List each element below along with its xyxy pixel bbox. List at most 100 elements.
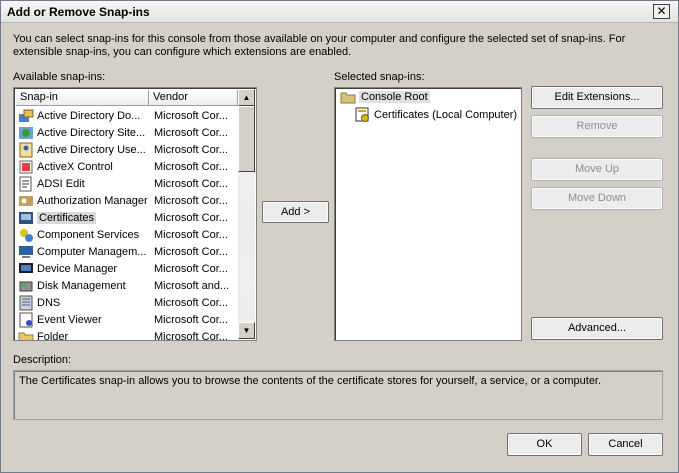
- snapin-row[interactable]: ActiveX Control Microsoft Cor...: [16, 158, 238, 175]
- snapin-name-cell: Device Manager: [16, 261, 149, 277]
- snapin-name-cell: Folder: [16, 329, 149, 341]
- tree-item-certificates[interactable]: Certificates (Local Computer): [355, 107, 517, 123]
- description-box: The Certificates snap-in allows you to b…: [13, 370, 663, 420]
- snapin-row[interactable]: Authorization Manager Microsoft Cor...: [16, 192, 238, 209]
- description-text: The Certificates snap-in allows you to b…: [19, 375, 602, 387]
- disk-management-icon: [18, 278, 34, 294]
- snapin-vendor: Microsoft Cor...: [154, 262, 228, 275]
- snapin-name: Authorization Manager: [37, 194, 148, 207]
- snapin-vendor: Microsoft Cor...: [154, 109, 228, 122]
- snapin-name: Folder: [37, 330, 69, 341]
- list-column-header: Snap-in Vendor: [16, 90, 238, 106]
- arrow-up-icon: ▲: [242, 93, 251, 102]
- snapin-vendor: Microsoft Cor...: [154, 245, 228, 258]
- ad-domains-icon: [18, 108, 34, 124]
- snapin-name: Certificates: [37, 211, 97, 224]
- authorization-icon: [18, 193, 34, 209]
- snapin-vendor: Microsoft Cor...: [154, 313, 228, 326]
- snapin-name-cell: Component Services: [16, 227, 149, 243]
- snapin-row[interactable]: Certificates Microsoft Cor...: [16, 209, 238, 226]
- remove-button[interactable]: Remove: [531, 115, 663, 138]
- snapin-name-cell: Active Directory Do...: [16, 108, 149, 124]
- move-up-button[interactable]: Move Up: [531, 158, 663, 181]
- snapin-name: Active Directory Use...: [37, 143, 146, 156]
- snapin-name: Component Services: [37, 228, 140, 241]
- scroll-up-button[interactable]: ▲: [238, 89, 255, 106]
- snapin-name-cell: Authorization Manager: [16, 193, 149, 209]
- cancel-button[interactable]: Cancel: [588, 433, 663, 456]
- ad-users-icon: [18, 142, 34, 158]
- snapin-vendor: Microsoft Cor...: [154, 143, 228, 156]
- folder-icon: [18, 329, 34, 340]
- move-down-button[interactable]: Move Down: [531, 187, 663, 210]
- snapin-name-cell: Active Directory Site...: [16, 125, 149, 141]
- snapin-vendor: Microsoft Cor...: [154, 177, 228, 190]
- title-bar[interactable]: Add or Remove Snap-ins ✕: [1, 1, 678, 23]
- snapin-vendor: Microsoft Cor...: [154, 160, 228, 173]
- snapin-name-cell: DNS: [16, 295, 149, 311]
- snapin-row[interactable]: ADSI Edit Microsoft Cor...: [16, 175, 238, 192]
- close-button[interactable]: ✕: [653, 4, 670, 19]
- snapin-name: Disk Management: [37, 279, 126, 292]
- snapin-row[interactable]: DNS Microsoft Cor...: [16, 294, 238, 311]
- description-label: Description:: [13, 354, 72, 366]
- snapin-name: DNS: [37, 296, 61, 309]
- ok-button[interactable]: OK: [507, 433, 582, 456]
- edit-extensions-button[interactable]: Edit Extensions...: [531, 86, 663, 109]
- snapin-row[interactable]: Component Services Microsoft Cor...: [16, 226, 238, 243]
- snapin-vendor: Microsoft Cor...: [154, 330, 228, 341]
- certificates-icon: [18, 210, 34, 226]
- scroll-down-button[interactable]: ▼: [238, 322, 255, 339]
- snapin-name: ADSI Edit: [37, 177, 85, 190]
- snapin-name-cell: ActiveX Control: [16, 159, 149, 175]
- ad-sites-icon: [18, 125, 34, 141]
- add-button[interactable]: Add >: [262, 201, 329, 223]
- tree-child-label: Certificates (Local Computer): [374, 109, 518, 121]
- snapin-name-cell: Disk Management: [16, 278, 149, 294]
- snapin-name-cell: Certificates: [16, 210, 149, 226]
- tree-item-console-root[interactable]: Console Root: [340, 90, 430, 104]
- window-title: Add or Remove Snap-ins: [7, 5, 150, 19]
- add-remove-snapins-dialog: Add or Remove Snap-ins ✕ You can select …: [0, 0, 679, 473]
- snapin-vendor: Microsoft Cor...: [154, 228, 228, 241]
- computer-management-icon: [18, 244, 34, 260]
- snapin-name-cell: ADSI Edit: [16, 176, 149, 192]
- available-snapins-list[interactable]: Snap-in Vendor Active Directory Do... Mic…: [13, 87, 257, 341]
- column-vendor[interactable]: Vendor: [149, 90, 238, 106]
- snapin-row[interactable]: Device Manager Microsoft Cor...: [16, 260, 238, 277]
- snapin-name-cell: Event Viewer: [16, 312, 149, 328]
- event-viewer-icon: [18, 312, 34, 328]
- advanced-button[interactable]: Advanced...: [531, 317, 663, 340]
- snapin-name: Computer Managem...: [37, 245, 147, 258]
- available-snapins-label: Available snap-ins:: [13, 71, 106, 83]
- snapin-row[interactable]: Computer Managem... Microsoft Cor...: [16, 243, 238, 260]
- snapin-vendor: Microsoft Cor...: [154, 126, 228, 139]
- folder-icon: [340, 92, 356, 104]
- snapin-row[interactable]: Active Directory Use... Microsoft Cor...: [16, 141, 238, 158]
- close-icon: ✕: [656, 4, 667, 18]
- snapin-row[interactable]: Active Directory Site... Microsoft Cor...: [16, 124, 238, 141]
- snapin-name: Active Directory Site...: [37, 126, 146, 139]
- selected-snapins-label: Selected snap-ins:: [334, 71, 425, 83]
- snapin-name: Active Directory Do...: [37, 109, 141, 122]
- scroll-thumb[interactable]: [238, 106, 255, 172]
- snapin-name: ActiveX Control: [37, 160, 113, 173]
- component-services-icon: [18, 227, 34, 243]
- intro-text: You can select snap-ins for this console…: [13, 33, 626, 58]
- adsi-edit-icon: [18, 176, 34, 192]
- snapin-row[interactable]: Disk Management Microsoft and...: [16, 277, 238, 294]
- snapin-rows: Active Directory Do... Microsoft Cor... Ac…: [16, 107, 238, 341]
- activex-icon: [18, 159, 34, 175]
- arrow-down-icon: ▼: [242, 326, 251, 335]
- tree-root-label: Console Root: [359, 91, 430, 103]
- device-manager-icon: [18, 261, 34, 277]
- snapin-name-cell: Active Directory Use...: [16, 142, 149, 158]
- list-scrollbar[interactable]: ▲ ▼: [238, 89, 255, 339]
- dns-icon: [18, 295, 34, 311]
- snapin-vendor: Microsoft Cor...: [154, 194, 228, 207]
- selected-snapins-tree[interactable]: Console Root Certificates (Local Compute…: [334, 87, 522, 341]
- snapin-row[interactable]: Folder Microsoft Cor...: [16, 328, 238, 341]
- snapin-row[interactable]: Event Viewer Microsoft Cor...: [16, 311, 238, 328]
- column-snapin[interactable]: Snap-in: [16, 90, 149, 106]
- snapin-row[interactable]: Active Directory Do... Microsoft Cor...: [16, 107, 238, 124]
